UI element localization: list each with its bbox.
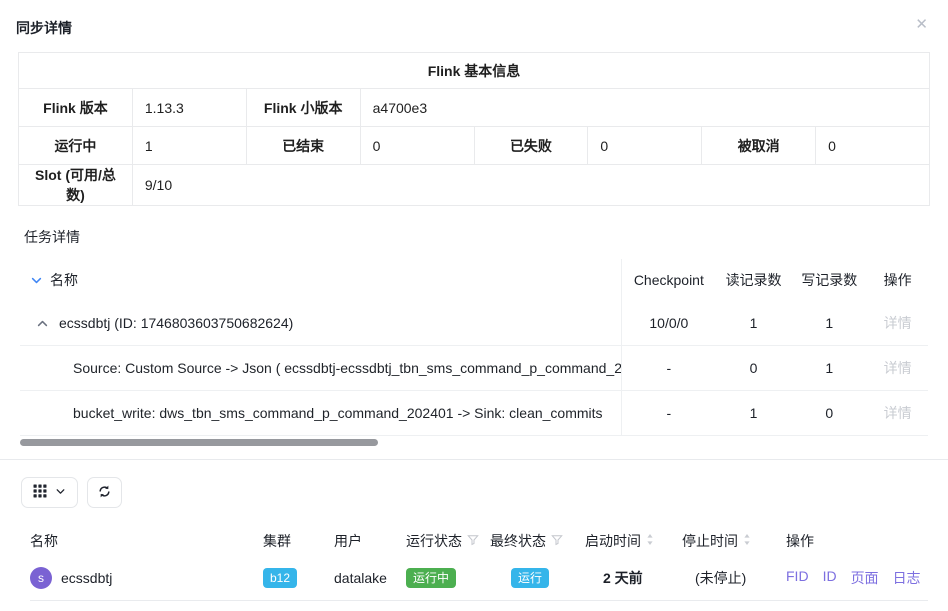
column-action: 操作 <box>867 270 928 290</box>
task-checkpoint: 10/0/0 <box>622 315 716 331</box>
page-link[interactable]: 页面 <box>851 568 879 588</box>
col-stop-time: 停止时间 <box>682 531 738 551</box>
task-write-count: 1 <box>791 315 867 331</box>
task-details-section-title: 任务详情 <box>24 227 948 247</box>
sort-icon[interactable] <box>646 533 654 549</box>
col-actions: 操作 <box>786 531 928 551</box>
job-start-time: 2 天前 <box>585 568 682 588</box>
fid-link[interactable]: FID <box>786 568 809 588</box>
horizontal-scrollbar <box>20 439 928 446</box>
jobs-table: 名称 集群 用户 运行状态 最终状态 启动时间 <box>30 526 928 601</box>
col-cluster: 集群 <box>263 531 334 551</box>
finished-label: 已结束 <box>246 127 360 165</box>
grid-icon <box>33 484 47 501</box>
avatar: s <box>30 567 52 589</box>
sort-icon[interactable] <box>743 533 751 549</box>
cluster-badge: b12 <box>263 568 297 588</box>
col-final-status: 最终状态 <box>490 531 546 551</box>
job-row: s ecssdbtj b12 datalake 运行中 运行 2 天前 (未停止… <box>30 556 928 601</box>
chevron-down-icon[interactable] <box>30 274 43 287</box>
column-checkpoint: Checkpoint <box>622 272 716 288</box>
job-user: datalake <box>334 570 406 586</box>
divider <box>0 459 948 460</box>
col-start-time: 启动时间 <box>585 531 641 551</box>
failed-label: 已失败 <box>474 127 588 165</box>
detail-link[interactable]: 详情 <box>884 360 912 376</box>
col-name: 名称 <box>30 531 58 551</box>
task-write-count: 1 <box>791 360 867 376</box>
failed-value: 0 <box>588 127 702 165</box>
jobs-table-header: 名称 集群 用户 运行状态 最终状态 启动时间 <box>30 526 928 556</box>
task-name: bucket_write: dws_tbn_sms_command_p_comm… <box>20 391 621 435</box>
task-row-parent: ecssdbtj (ID: 1746803603750682624) 10/0/… <box>20 301 928 346</box>
flink-info-table: Flink 基本信息 Flink 版本 1.13.3 Flink 小版本 a47… <box>18 52 930 206</box>
log-link[interactable]: 日志 <box>893 568 921 588</box>
run-status-badge: 运行中 <box>406 568 456 588</box>
flink-info-title: Flink 基本信息 <box>19 53 930 89</box>
id-link[interactable]: ID <box>823 568 837 588</box>
flink-minor-version-value: a4700e3 <box>360 89 929 127</box>
col-user: 用户 <box>334 531 406 551</box>
refresh-button[interactable] <box>87 477 122 508</box>
task-checkpoint: - <box>622 360 716 376</box>
flink-version-label: Flink 版本 <box>19 89 133 127</box>
toolbar <box>21 477 948 508</box>
task-read-count: 1 <box>716 315 792 331</box>
task-read-count: 0 <box>716 360 792 376</box>
task-row-source: Source: Custom Source -> Json ( ecssdbtj… <box>20 346 928 391</box>
running-label: 运行中 <box>19 127 133 165</box>
canceled-label: 被取消 <box>702 127 816 165</box>
detail-link[interactable]: 详情 <box>884 405 912 421</box>
filter-icon[interactable] <box>467 533 479 549</box>
task-row-sink: bucket_write: dws_tbn_sms_command_p_comm… <box>20 391 928 436</box>
close-icon[interactable]: ✕ <box>915 17 928 32</box>
chevron-down-icon <box>55 485 66 500</box>
job-name[interactable]: ecssdbtj <box>61 570 112 586</box>
flink-version-value: 1.13.3 <box>132 89 246 127</box>
canceled-value: 0 <box>816 127 930 165</box>
scrollbar-thumb[interactable] <box>20 439 378 446</box>
task-write-count: 0 <box>791 405 867 421</box>
flink-minor-version-label: Flink 小版本 <box>246 89 360 127</box>
dialog-header: 同步详情 ✕ <box>0 0 948 44</box>
task-checkpoint: - <box>622 405 716 421</box>
column-settings-button[interactable] <box>21 477 78 508</box>
col-run-status: 运行状态 <box>406 531 462 551</box>
final-status-badge: 运行 <box>511 568 549 588</box>
column-name: 名称 <box>50 270 78 290</box>
slot-value: 9/10 <box>132 165 929 206</box>
column-write-records: 写记录数 <box>791 270 867 290</box>
task-details-table: 名称 Checkpoint 读记录数 写记录数 操作 ecssdbtj (ID:… <box>20 259 928 446</box>
column-read-records: 读记录数 <box>716 270 792 290</box>
detail-link[interactable]: 详情 <box>884 315 912 331</box>
dialog-title: 同步详情 <box>16 18 72 38</box>
running-value: 1 <box>132 127 246 165</box>
chevron-up-icon[interactable] <box>36 317 49 330</box>
task-read-count: 1 <box>716 405 792 421</box>
task-table-header: 名称 Checkpoint 读记录数 写记录数 操作 <box>20 259 928 301</box>
slot-label: Slot (可用/总数) <box>19 165 133 206</box>
job-stop-time: (未停止) <box>682 568 786 588</box>
refresh-icon <box>97 484 112 502</box>
task-name: Source: Custom Source -> Json ( ecssdbtj… <box>20 346 621 390</box>
filter-icon[interactable] <box>551 533 563 549</box>
sync-detail-dialog: 同步详情 ✕ Flink 基本信息 Flink 版本 1.13.3 Flink … <box>0 0 948 611</box>
task-name: ecssdbtj (ID: 1746803603750682624) <box>59 315 293 331</box>
finished-value: 0 <box>360 127 474 165</box>
